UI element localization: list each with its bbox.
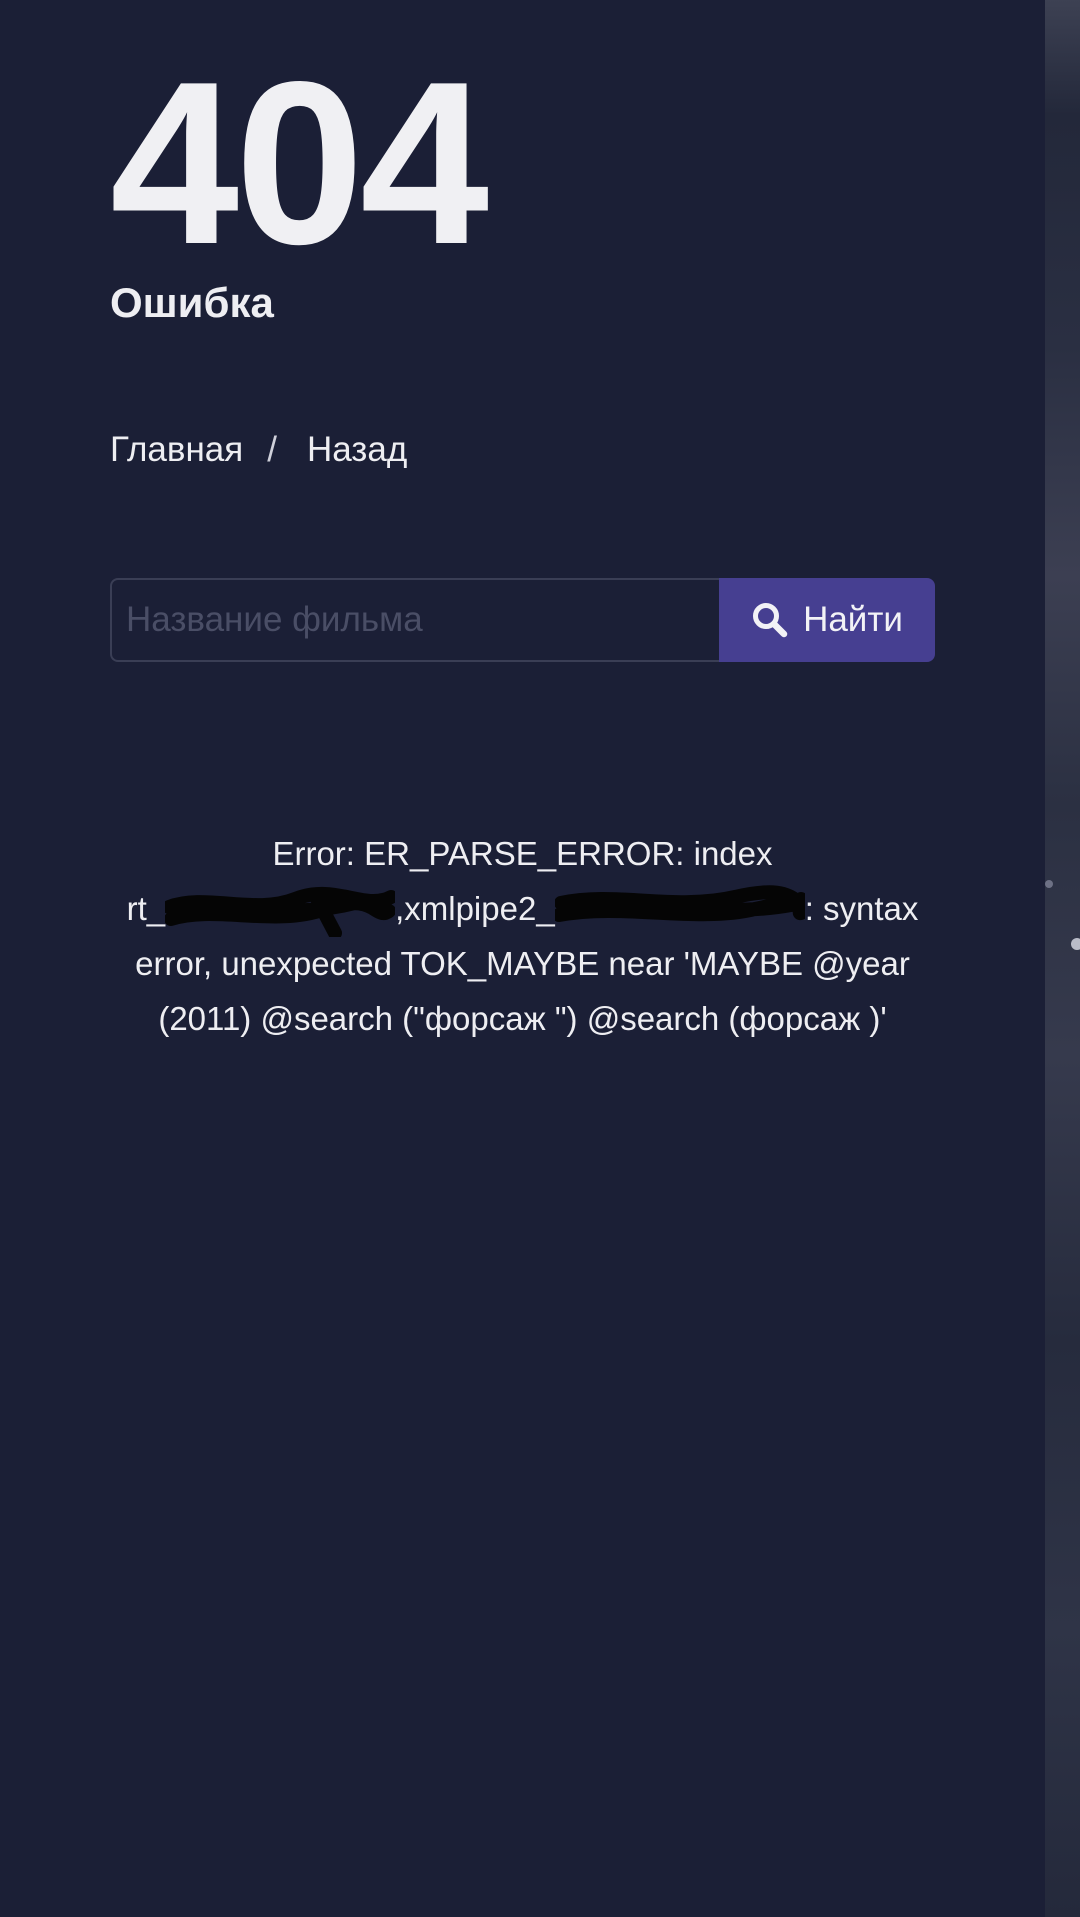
error-label: Ошибка [110,279,274,326]
error-message-prefix: rt_ [126,890,166,927]
search-button[interactable]: Найти [719,578,935,662]
breadcrumb-home-link[interactable]: Главная [110,430,243,469]
breadcrumb: Главная / Назад [110,432,407,467]
breadcrumb-separator: / [267,430,277,469]
decorative-dot [1045,880,1053,888]
search-form: Найти [110,578,935,662]
error-message: Error: ER_PARSE_ERROR: index rt_ ,xmlpipe… [110,826,935,1046]
search-input[interactable] [110,578,719,662]
breadcrumb-back-link[interactable]: Назад [307,430,407,469]
error-message-middle: ,xmlpipe2_ [395,890,555,927]
decorative-dot [1071,938,1080,950]
error-message-line1: Error: ER_PARSE_ERROR: index [272,835,773,872]
search-button-label: Найти [803,600,903,639]
magnifier-icon [751,601,789,639]
redaction-scribble [554,885,805,931]
background-image-strip [1045,0,1080,1917]
redaction-scribble [165,887,396,938]
error-code: 404 [110,34,489,293]
